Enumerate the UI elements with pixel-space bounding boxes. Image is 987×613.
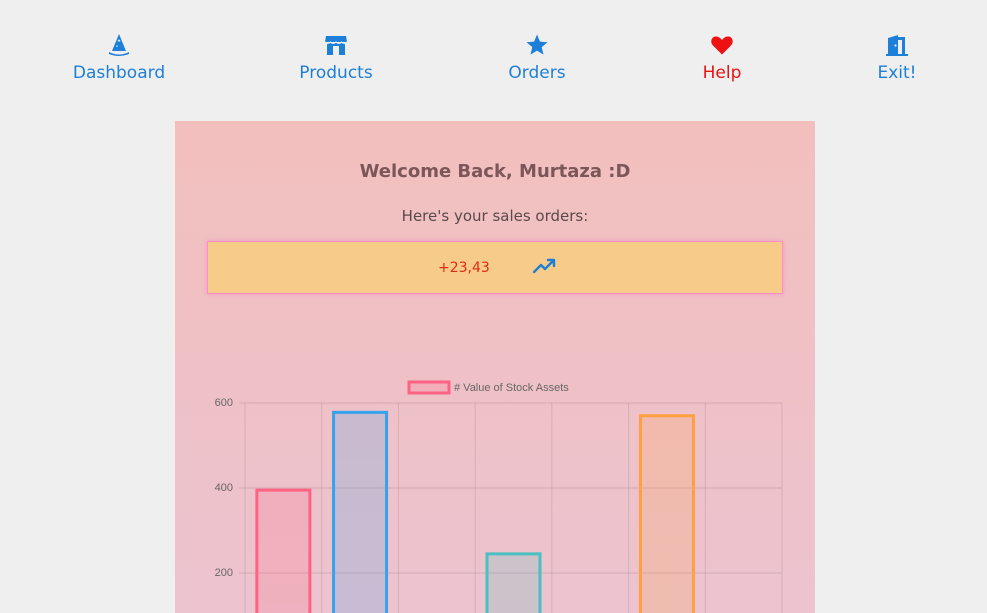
- nav-item-help[interactable]: Help: [652, 33, 792, 83]
- y-tick-label: 400: [215, 482, 233, 494]
- sales-value: +23,43: [438, 260, 490, 276]
- sales-summary-box: +23,43: [207, 241, 783, 294]
- nav-label-exit: Exit!: [877, 63, 917, 83]
- star-icon: [467, 33, 607, 57]
- chart-bar: [485, 552, 542, 613]
- nav-item-products[interactable]: Products: [266, 33, 406, 83]
- chart-bar: [255, 488, 312, 613]
- chart-bar: [638, 414, 695, 613]
- nav-item-orders[interactable]: Orders: [467, 33, 607, 83]
- legend-label: # Value of Stock Assets: [454, 382, 569, 394]
- nav-label-orders: Orders: [508, 63, 566, 83]
- legend-swatch: [407, 380, 451, 395]
- y-tick-label: 200: [215, 567, 233, 579]
- nav-label-help: Help: [702, 63, 742, 83]
- welcome-heading: Welcome Back, Murtaza :D: [359, 161, 631, 182]
- nav-label-dashboard: Dashboard: [72, 63, 166, 83]
- nav-item-dashboard[interactable]: Dashboard: [49, 33, 189, 83]
- heart-icon: [652, 33, 792, 57]
- wizard-hat-icon: [49, 33, 189, 57]
- top-nav: Dashboard Products Orders Help Exit!: [0, 0, 987, 110]
- door-exit-icon: [827, 33, 967, 57]
- trending-up-icon: [532, 258, 557, 278]
- sales-subtitle: Here's your sales orders:: [401, 207, 589, 225]
- store-icon: [266, 33, 406, 57]
- nav-item-exit[interactable]: Exit!: [827, 33, 967, 83]
- sales-card: Welcome Back, Murtaza :D Here's your sal…: [175, 121, 815, 613]
- stock-assets-bar-chart: 200 400 600 # Value of Stock Assets: [215, 380, 783, 613]
- nav-label-products: Products: [299, 63, 373, 83]
- chart-bar: [332, 410, 389, 613]
- y-tick-label: 600: [215, 397, 233, 409]
